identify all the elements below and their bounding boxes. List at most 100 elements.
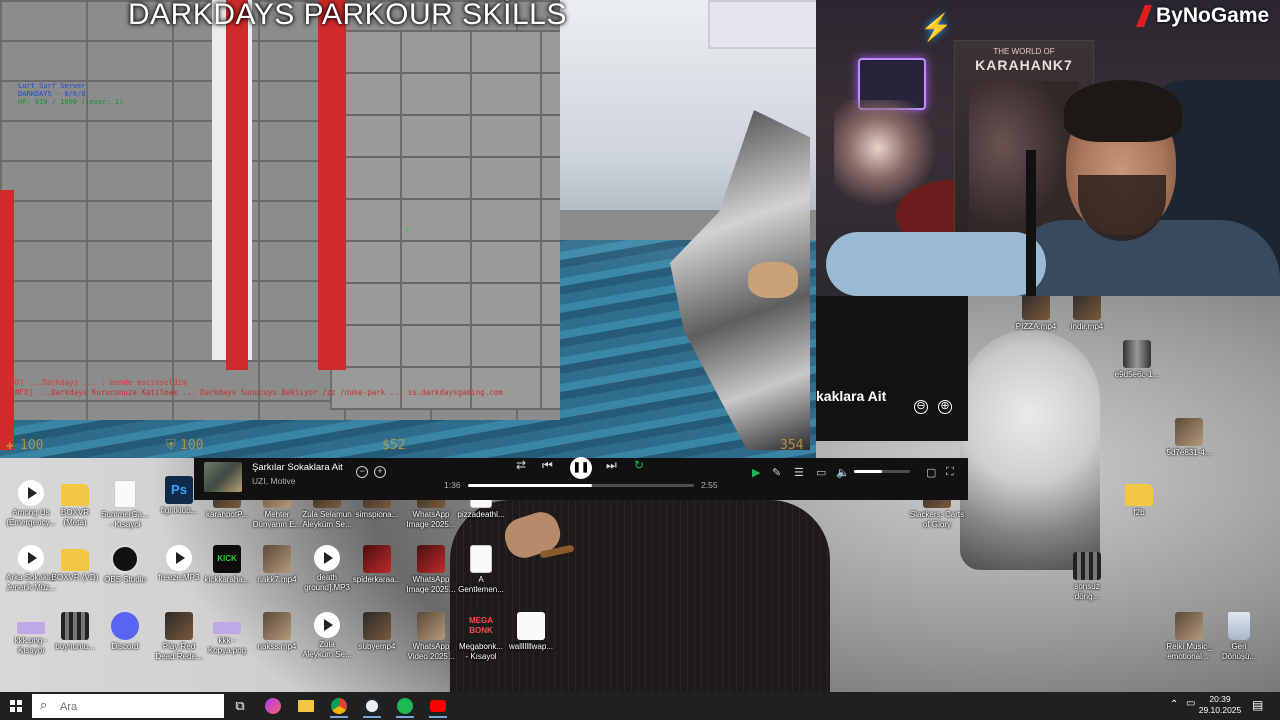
game-window[interactable]: DARKDAYS PARKOUR SKİLLS Lurt Surf Server… (0, 0, 816, 458)
hud-server-info: Lurt Surf Server DARKDAYS - 0/0/0 HP: 81… (18, 82, 123, 106)
hud-ammo: 354 (780, 438, 804, 453)
desktop-icon[interactable]: Geri Dönüşü... (1208, 612, 1270, 661)
task-view-icon[interactable]: ⧉ (225, 694, 255, 718)
volume-icon[interactable]: 🔈 (836, 466, 850, 479)
track-title[interactable]: Şarkılar Sokaklara Ait (252, 462, 343, 473)
hud-server-line: DARKDAYS - 0/0/0 (18, 90, 86, 98)
red-file-icon (363, 545, 391, 573)
desktop-icon-label: SummerGa... - Kısayol (101, 510, 149, 529)
album-art[interactable] (204, 462, 242, 492)
hud-server-line: Lurt Surf Server (18, 82, 86, 90)
repeat-icon[interactable]: ↻ (634, 458, 644, 472)
desktop-icon[interactable]: e9d5e6c-1... (1106, 340, 1168, 380)
time-elapsed: 1:36 (444, 480, 461, 490)
clock-time: 20:39 (1209, 694, 1231, 704)
desktop-icon-label: sonsuz döng... (1074, 582, 1100, 601)
previous-icon[interactable]: ⏮ (542, 458, 553, 473)
messenger-icon[interactable] (258, 694, 288, 718)
volume-slider[interactable] (854, 470, 910, 473)
now-playing-view-icon[interactable]: ▶ (752, 466, 760, 479)
spotify-panel[interactable]: kaklara Ait ⊖ ⊕ (816, 296, 968, 441)
desktop-icon-label: Geri Dönüşü... (1221, 642, 1257, 661)
shuffle-icon[interactable]: ⇄ (516, 458, 526, 472)
brand-logo-icon (1136, 5, 1152, 27)
queue-icon[interactable]: ☰ (794, 466, 804, 479)
chrome-icon[interactable] (324, 694, 354, 718)
desktop-icon[interactable]: walllllllwap... (500, 612, 562, 652)
webcam-person-hair (1064, 80, 1182, 142)
game-skybox-block (708, 0, 816, 49)
desktop-icon-label: f2b (1133, 508, 1145, 517)
remove-icon[interactable]: ⊖ (914, 400, 928, 414)
lyrics-icon[interactable]: ✎ (772, 466, 781, 479)
search-input[interactable] (58, 696, 222, 718)
film-file-icon (61, 612, 89, 640)
desktop-icon-label: simspiona... (355, 510, 399, 519)
folder-file-icon (61, 549, 89, 571)
track-artist[interactable]: UZI, Motive (252, 476, 295, 486)
dark-file-icon (1073, 292, 1101, 320)
clock-date: 29.10.2025 (1198, 705, 1242, 715)
notification-icon[interactable]: ▤ (1252, 698, 1263, 712)
desktop-icon[interactable]: spiderkaraa... (346, 545, 408, 585)
desktop-icon-label: A Gentlemen... (458, 575, 504, 594)
steam-icon[interactable] (357, 694, 387, 718)
miniplayer-icon[interactable]: ▢ (926, 466, 936, 479)
white-file-icon (517, 612, 545, 640)
dark-file-icon (1022, 292, 1050, 320)
photo-file-icon (263, 612, 291, 640)
poster-subtitle: THE WORLD OF (993, 47, 1055, 56)
gray-file-icon (1123, 340, 1151, 368)
doc-file-icon (470, 545, 492, 573)
next-icon[interactable]: ⏭ (606, 458, 617, 473)
ps-file-icon: Ps (165, 476, 193, 504)
desktop-icon-label: spiderkaraa... (352, 575, 402, 584)
webcam-person-knee (826, 232, 1046, 296)
taskbar-search[interactable]: ⌕ (32, 694, 224, 718)
fullscreen-icon[interactable]: ⛶ (946, 466, 954, 479)
desktop-icon[interactable]: SummerGa... - Kısayol (94, 480, 156, 529)
youtube-icon[interactable] (423, 694, 453, 718)
chat-line: [INFO] ...Darkdays Kurucunuza Katilmak .… (6, 388, 503, 397)
chat-line: [DD] ...Darkdays ... : bende escinseldim (6, 378, 187, 387)
taskbar-clock[interactable]: 20:39 29.10.2025 (1196, 694, 1244, 716)
desktop-icon[interactable]: A Gentlemen... (450, 545, 512, 594)
desktop-icon[interactable]: Discord (94, 612, 156, 652)
windows-icon (10, 700, 22, 712)
neon-bolt-icon: ⚡ (920, 12, 953, 42)
desktop-icon-label: Slackers: Carts of Glory (909, 510, 965, 529)
video-file-icon (314, 545, 340, 571)
desktop-icon[interactable]: OBS Studio (94, 545, 156, 585)
desktop-icon[interactable]: subyemp4 (346, 612, 408, 652)
desktop-icon-label: OBS Studio (104, 575, 146, 584)
network-icon[interactable]: ▭ (1186, 698, 1195, 709)
add-icon[interactable]: ⊕ (938, 400, 952, 414)
desktop-icon-label: pizzadeathl... (457, 510, 505, 519)
file-explorer-icon[interactable] (291, 694, 321, 718)
pause-button[interactable]: ❚❚ (570, 457, 592, 479)
desktop-icon[interactable]: 5d7e831-4... (1158, 418, 1220, 458)
video-file-icon (18, 480, 44, 506)
brand-logo-text: ByNoGame (1156, 4, 1270, 27)
tray-chevron-icon[interactable]: ⌃ (1170, 699, 1178, 710)
desktop-icon[interactable]: f2b (1108, 480, 1170, 518)
dark-file-icon (165, 612, 193, 640)
desktop-icon[interactable]: sonsuz döng... (1056, 552, 1118, 601)
connect-device-icon[interactable]: ▭ (816, 466, 826, 479)
progress-bar[interactable] (468, 484, 694, 487)
photo-file-icon (417, 612, 445, 640)
game-red-stripe-3 (0, 190, 14, 450)
hud-health-icon: ✚ (6, 438, 14, 453)
photo-file-icon (263, 545, 291, 573)
dark-file-icon (363, 612, 391, 640)
add-to-library-icon[interactable]: + (374, 466, 386, 478)
desktop-icon[interactable]: indir.mp4 (1056, 292, 1118, 332)
hud-server-line: HP: 819 / 1000 (lever: 1) (18, 98, 124, 106)
hud-armor-icon: ⛨ (166, 438, 176, 453)
remove-icon[interactable]: − (356, 466, 368, 478)
mega-file-icon: MEGA BONK (467, 612, 495, 640)
spotify-icon[interactable] (390, 694, 420, 718)
start-button[interactable] (0, 692, 32, 720)
game-red-stripe (226, 0, 248, 370)
doc-file-icon (114, 480, 136, 508)
